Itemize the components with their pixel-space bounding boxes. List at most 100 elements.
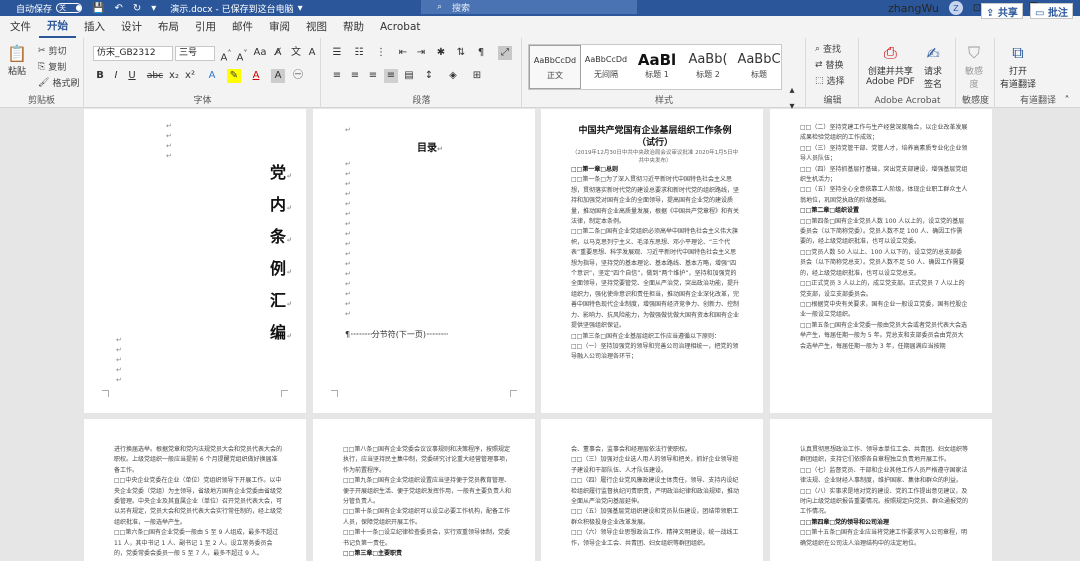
find-button[interactable]: ⌕ 查找	[815, 42, 841, 56]
bold-button[interactable]: B	[93, 69, 107, 83]
strikethrough-button[interactable]: abc	[145, 69, 165, 83]
numbering-icon[interactable]: ☷	[352, 46, 366, 60]
tab-6[interactable]: 邮件	[224, 16, 261, 38]
grow-font-icon[interactable]: A˄	[219, 46, 233, 63]
sensitivity-button[interactable]: ⛉ 敏感 度	[963, 42, 985, 90]
autosave-toggle[interactable]: 关	[56, 3, 83, 13]
paragraph: 认真贯彻思想政治工作、领导本单位工会、共青团、妇女组织等群团组织，支持它们依照各…	[800, 446, 969, 464]
redo-icon[interactable]: ↻	[133, 3, 141, 14]
clear-format-icon[interactable]: A̸	[271, 46, 285, 60]
enclose-char-icon[interactable]: ㊀	[291, 69, 305, 83]
tab-0[interactable]: 文件	[2, 16, 39, 38]
chinese-layout-icon[interactable]: ✱	[434, 46, 448, 60]
page-regulation-5[interactable]: 会、董事会，监事会和经理层依法行使职权。 □□（三）加强对企业选人用人的领导和把关…	[541, 419, 763, 561]
paste-button[interactable]: 📋 粘贴	[6, 42, 28, 78]
change-case-icon[interactable]: Aa	[253, 46, 267, 60]
search-input[interactable]: ⌕ 搜索	[421, 0, 637, 14]
style-item-2[interactable]: AaBl 标题 1	[631, 45, 683, 89]
request-signature-button[interactable]: ✍ 请求 签名	[922, 42, 944, 91]
subscript-button[interactable]: x₂	[167, 69, 181, 83]
style-item-4[interactable]: AaBbC 标题	[733, 45, 785, 89]
undo-icon[interactable]: ↶	[114, 3, 122, 14]
char-border-icon[interactable]: A	[305, 46, 319, 60]
para-mark: ↵	[286, 299, 292, 308]
document-area[interactable]: ↵ ↵ ↵ ↵ 党↵ 内↵ 条↵ 例↵ 汇↵ 编↵ ↵ ↵ ↵ ↵ ↵ ↵ 目录↵ ↵ ↵ ↵ ↵ ↵ ↵ ↵ ↵ ↵ ↵…	[0, 109, 1080, 561]
tab-3[interactable]: 设计	[113, 16, 150, 38]
show-marks-icon[interactable]: ¶	[474, 46, 488, 60]
para-mark: ↵	[345, 126, 351, 134]
align-right-icon[interactable]: ≡	[366, 69, 380, 83]
replace-icon: ⇄	[815, 59, 823, 70]
document-title[interactable]: 演示.docx - 已保存到这台电脑	[170, 2, 293, 15]
page-toc[interactable]: ↵ 目录↵ ↵ ↵ ↵ ↵ ↵ ↵ ↵ ↵ ↵ ↵ ↵ ↵ ↵ ↵ ↵ ↵ ¶··············分节…	[313, 109, 535, 413]
format-painter-button[interactable]: 🖌 格式刷	[38, 76, 79, 90]
borders-icon[interactable]: ⊞	[470, 69, 484, 83]
font-size-select[interactable]: 三号	[175, 46, 215, 61]
open-translate-button[interactable]: ⧉ 打开 有道翻译	[1000, 42, 1036, 90]
tab-4[interactable]: 布局	[150, 16, 187, 38]
align-left-icon[interactable]: ≡	[330, 69, 344, 83]
tab-9[interactable]: 帮助	[335, 16, 372, 38]
distributed-icon[interactable]: ▤	[402, 69, 416, 83]
tab-1[interactable]: 开始	[39, 16, 76, 38]
avatar[interactable]: Z	[948, 1, 963, 15]
page-regulation-3[interactable]: 进行换届选举。根据党章和党内法规党员大会和党员代表大会的职权。上级党组织一般应当…	[84, 419, 306, 561]
create-share-pdf-button[interactable]: ⎙ 创建并共享 Adobe PDF	[866, 42, 915, 87]
tab-2[interactable]: 插入	[76, 16, 113, 38]
multilevel-list-icon[interactable]: ⋮	[374, 46, 388, 60]
increase-indent-icon[interactable]: ⇥	[414, 46, 428, 60]
shrink-font-icon[interactable]: A˅	[235, 46, 249, 63]
text-effects-icon[interactable]: A	[205, 69, 219, 83]
tab-8[interactable]: 视图	[298, 16, 335, 38]
toc-title: 目录↵	[417, 139, 443, 154]
collapse-ribbon-icon[interactable]: ˄	[1060, 94, 1074, 108]
replace-button[interactable]: ⇄ 替换	[815, 58, 844, 72]
italic-button[interactable]: I	[109, 69, 123, 83]
share-button[interactable]: ⇪ 共享	[981, 3, 1023, 19]
decrease-indent-icon[interactable]: ⇤	[396, 46, 410, 60]
style-item-1[interactable]: AaBbCcDd 无间隔	[580, 45, 632, 89]
style-item-3[interactable]: AaBb(标题 2	[682, 45, 734, 89]
select-button[interactable]: ⬚ 选择	[815, 74, 845, 88]
copy-button[interactable]: ⎘ 复制	[38, 60, 66, 74]
page-regulation-1[interactable]: 中国共产党国有企业基层组织工作条例（试行） （2019年12月30日中共中央政治…	[541, 109, 763, 413]
style-name: 正文	[547, 71, 563, 80]
superscript-button[interactable]: x²	[183, 69, 197, 83]
tab-10[interactable]: Acrobat	[372, 16, 429, 38]
user-account[interactable]: zhangWu Z ⊡	[888, 0, 981, 16]
regulation-body: □□（二）坚持党建工作与生产经营深度融合，以企业改革发展成果检验党组织的工作成效…	[800, 123, 968, 352]
cut-button[interactable]: ✂ 剪切	[38, 44, 67, 58]
font-color-icon[interactable]: A	[249, 69, 263, 83]
create-pdf-label: 创建并共享	[867, 67, 913, 77]
page-regulation-4[interactable]: □□第八条□国有企业党委会议议事规则和决策程序，按照规定执行，应当坚持民主集中制…	[313, 419, 535, 561]
style-item-0[interactable]: AaBbCcDd 正文	[529, 45, 581, 89]
sort-icon[interactable]: ⇅	[454, 46, 468, 60]
customize-qat-icon[interactable]: ▾	[151, 3, 156, 14]
autosave-label: 自动保存	[16, 4, 53, 15]
styles-scroll-up-icon[interactable]: ▴	[785, 84, 799, 98]
clipboard-group-label: 剪贴板	[27, 96, 55, 106]
sensitivity-group-label: 敏感度	[961, 96, 989, 106]
chevron-down-icon[interactable]: ▾	[298, 3, 303, 14]
page-regulation-2[interactable]: □□（二）坚持党建工作与生产经营深度融合，以企业改革发展成果检验党组织的工作成效…	[770, 109, 992, 413]
line-spacing-icon[interactable]: ↕	[422, 69, 436, 83]
highlight-icon[interactable]: ✎	[227, 69, 241, 83]
page-regulation-6[interactable]: 认真贯彻思想政治工作、领导本单位工会、共青团、妇女组织等群团组织，支持它们依照各…	[770, 419, 992, 561]
char-shading-icon[interactable]: A	[271, 69, 285, 83]
phonetic-guide-icon[interactable]: 文	[289, 46, 303, 60]
justify-icon[interactable]: ≡	[384, 69, 398, 83]
asian-layout-icon[interactable]: ⤢	[498, 46, 512, 60]
para-mark: ↵	[286, 203, 292, 212]
align-center-icon[interactable]: ≡	[348, 69, 362, 83]
autosave[interactable]: 自动保存 关	[16, 2, 83, 15]
tab-7[interactable]: 审阅	[261, 16, 298, 38]
font-name-select[interactable]: 仿宋_GB2312	[93, 46, 173, 61]
save-icon[interactable]: 💾	[92, 3, 104, 14]
shading-icon[interactable]: ◈	[446, 69, 460, 83]
page-cover[interactable]: ↵ ↵ ↵ ↵ 党↵ 内↵ 条↵ 例↵ 汇↵ 编↵ ↵ ↵ ↵ ↵ ↵	[84, 109, 306, 413]
comment-button[interactable]: ▭ 批注	[1030, 3, 1073, 19]
pdf-icon: ⎙	[884, 43, 897, 62]
tab-5[interactable]: 引用	[187, 16, 224, 38]
underline-button[interactable]: U	[125, 69, 139, 83]
bullets-icon[interactable]: ☰	[330, 46, 344, 60]
